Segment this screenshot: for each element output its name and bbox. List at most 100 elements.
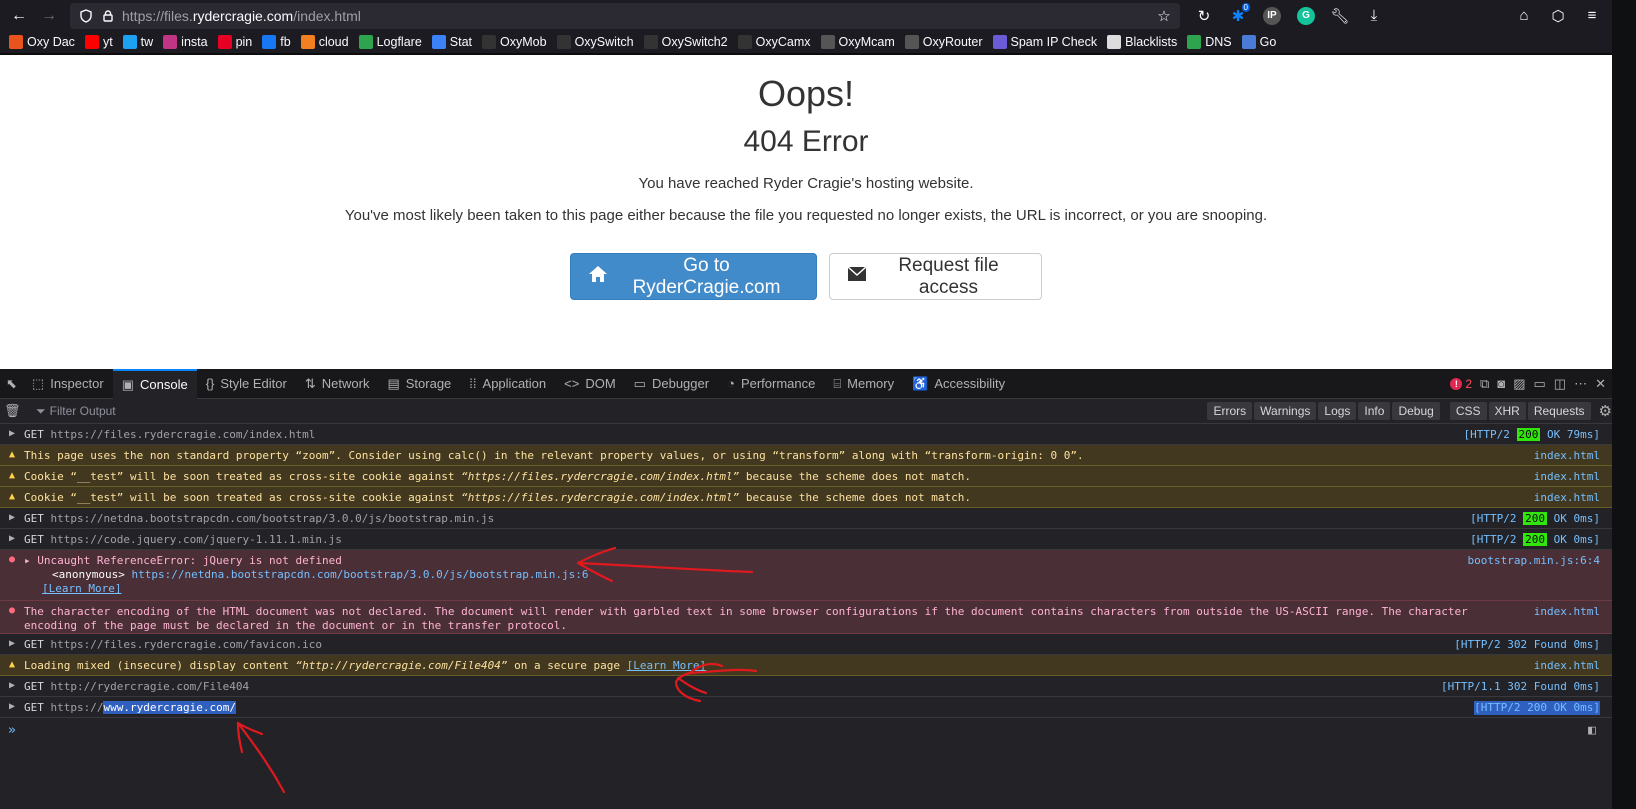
console-row[interactable]: ● ▸ Uncaught ReferenceError: jQuery is n… <box>0 550 1612 601</box>
bookmark-blacklists[interactable]: Blacklists <box>1102 32 1182 53</box>
warning-icon: ▲ <box>8 449 16 460</box>
more-options-icon[interactable]: ⋯ <box>1574 376 1587 392</box>
expand-arrow-icon[interactable]: ▶ <box>0 638 24 649</box>
ip-extension-button[interactable]: IP <box>1258 3 1286 29</box>
frame-select-icon[interactable]: ⧉ <box>1480 376 1489 392</box>
expand-arrow-icon[interactable]: ▶ <box>0 701 24 712</box>
expand-arrow-icon[interactable]: ▶ <box>0 680 24 691</box>
console-input[interactable]: » ◧ <box>0 718 1612 742</box>
console-row[interactable]: ▶ GET https://files.rydercragie.com/favi… <box>0 634 1612 655</box>
bookmark-oxyswitch2[interactable]: OxySwitch2 <box>639 32 733 53</box>
bookmark-spam-ip-check[interactable]: Spam IP Check <box>988 32 1103 53</box>
expand-arrow-icon[interactable]: ▶ <box>0 533 24 544</box>
filter-errors[interactable]: Errors <box>1207 402 1253 420</box>
measure-icon[interactable]: ▨ <box>1513 376 1525 392</box>
console-row[interactable]: ▶ GET https://code.jquery.com/jquery-1.1… <box>0 529 1612 550</box>
expand-arrow-icon[interactable]: ▶ <box>0 428 24 439</box>
go-to-site-button[interactable]: Go to RyderCragie.com <box>570 253 817 300</box>
console-row[interactable]: ▶ GET https://files.rydercragie.com/inde… <box>0 424 1612 445</box>
reload-button[interactable]: ↻ <box>1190 3 1218 29</box>
bookmark-logflare[interactable]: Logflare <box>354 32 427 53</box>
tab-application[interactable]: ⁞⁞ Application <box>460 369 555 399</box>
url-text[interactable]: https://files.rydercragie.com/index.html <box>122 8 1150 24</box>
bookmark-oxycamx[interactable]: OxyCamx <box>733 32 816 53</box>
filter-info[interactable]: Info <box>1358 402 1391 420</box>
bookmark-oxyrouter[interactable]: OxyRouter <box>900 32 988 53</box>
filter-input[interactable]: ⏷ Filter Output <box>36 404 1207 419</box>
bookmark-oxymob[interactable]: OxyMob <box>477 32 552 53</box>
filter-xhr[interactable]: XHR <box>1488 402 1526 420</box>
grammarly-button[interactable]: G <box>1292 3 1320 29</box>
source-link[interactable]: bootstrap.min.js:6:4 <box>1468 554 1612 568</box>
console-row[interactable]: ▶ GET https://netdna.bootstrapcdn.com/bo… <box>0 508 1612 529</box>
extension-button[interactable]: ✱ 0 <box>1224 2 1252 29</box>
downloads-button[interactable]: ⤓ <box>1360 3 1388 29</box>
bookmark-go[interactable]: Go <box>1237 32 1282 53</box>
console-row[interactable]: ● The character encoding of the HTML doc… <box>0 601 1612 634</box>
bookmark-insta[interactable]: insta <box>158 32 212 53</box>
console-row[interactable]: ▶ GET https://www.rydercragie.com/ [HTTP… <box>0 697 1612 718</box>
source-link[interactable]: index.html <box>1534 605 1612 619</box>
filter-warnings[interactable]: Warnings <box>1254 402 1317 420</box>
tab-memory[interactable]: ⌸ Memory <box>824 369 903 399</box>
element-picker-button[interactable]: ⬉ <box>0 369 23 399</box>
close-icon[interactable]: ✕ <box>1595 376 1606 392</box>
filter-css[interactable]: CSS <box>1449 402 1487 420</box>
editor-mode-icon[interactable]: ◧ <box>1588 723 1596 738</box>
bookmark-tw[interactable]: tw <box>118 32 159 53</box>
tab-console[interactable]: ▣ Console <box>112 368 197 399</box>
tab-style-editor[interactable]: {} Style Editor <box>197 369 296 399</box>
gear-icon[interactable]: ⚙ <box>1599 402 1612 420</box>
tools-button[interactable]: 🔧︎ <box>1326 3 1354 29</box>
source-link[interactable]: index.html <box>1534 659 1612 673</box>
tab-network[interactable]: ⇅ Network <box>296 369 379 399</box>
bookmark-yt[interactable]: yt <box>80 32 118 53</box>
learn-more-link[interactable]: [Learn More] <box>627 659 706 672</box>
stack-link[interactable]: https://netdna.bootstrapcdn.com/bootstra… <box>131 568 588 581</box>
request-access-button[interactable]: Request file access <box>829 253 1042 300</box>
back-button[interactable]: ← <box>6 3 32 29</box>
console-row[interactable]: ▲ Loading mixed (insecure) display conte… <box>0 655 1612 676</box>
pocket-button[interactable]: ⬡ <box>1544 3 1572 29</box>
filter-requests[interactable]: Requests <box>1527 402 1591 420</box>
bookmark-oxy-dac[interactable]: Oxy Dac <box>4 32 80 53</box>
bookmark-oxyswitch[interactable]: OxySwitch <box>552 32 639 53</box>
ruler-icon[interactable]: ▭ <box>1534 376 1546 392</box>
tab-performance[interactable]: ◔ Performance <box>718 369 824 399</box>
filter-logs[interactable]: Logs <box>1318 402 1357 420</box>
lock-icon[interactable] <box>100 8 116 24</box>
screenshot-icon[interactable]: ◙ <box>1497 376 1505 391</box>
error-count-badge[interactable]: ! 2 <box>1450 377 1472 391</box>
console-row[interactable]: ▲ This page uses the non standard proper… <box>0 445 1612 466</box>
url-bar[interactable]: https://files.rydercragie.com/index.html… <box>70 2 1180 29</box>
tab-storage[interactable]: ▤ Storage <box>378 369 460 399</box>
source-link[interactable]: index.html <box>1534 470 1612 484</box>
tab-debugger[interactable]: ▭ Debugger <box>625 369 718 399</box>
shield-icon[interactable] <box>78 8 94 24</box>
expand-arrow-icon[interactable]: ▸ <box>24 554 37 567</box>
source-link[interactable]: index.html <box>1534 491 1612 505</box>
filter-debug[interactable]: Debug <box>1392 402 1440 420</box>
bookmark-cloud[interactable]: cloud <box>296 32 354 53</box>
learn-more-link[interactable]: [Learn More] <box>24 582 121 595</box>
bookmark-fb[interactable]: fb <box>257 32 295 53</box>
menu-button[interactable]: ≡ <box>1578 3 1606 29</box>
tab-dom[interactable]: <> DOM <box>555 369 625 399</box>
tab-inspector[interactable]: ⬚ Inspector <box>23 369 113 399</box>
bookmark-pin[interactable]: pin <box>213 32 258 53</box>
dock-icon[interactable]: ◫ <box>1554 376 1566 392</box>
console-row[interactable]: ▶ GET http://rydercragie.com/File404 [HT… <box>0 676 1612 697</box>
tab-accessibility[interactable]: ♿ Accessibility <box>903 369 1014 399</box>
console-row[interactable]: ▲ Cookie “__test” will be soon treated a… <box>0 466 1612 487</box>
bookmark-stat[interactable]: Stat <box>427 32 477 53</box>
trash-icon[interactable]: 🗑︎ <box>4 403 22 419</box>
bookmark-star-icon[interactable]: ☆ <box>1156 8 1172 25</box>
forward-button[interactable]: → <box>36 3 62 29</box>
home-button[interactable]: ⌂ <box>1510 3 1538 29</box>
expand-arrow-icon[interactable]: ▶ <box>0 512 24 523</box>
bookmark-dns[interactable]: DNS <box>1182 32 1236 53</box>
console-row[interactable]: ▲ Cookie “__test” will be soon treated a… <box>0 487 1612 508</box>
bookmark-label: cloud <box>318 35 349 49</box>
source-link[interactable]: index.html <box>1534 449 1612 463</box>
bookmark-oxymcam[interactable]: OxyMcam <box>816 32 900 53</box>
